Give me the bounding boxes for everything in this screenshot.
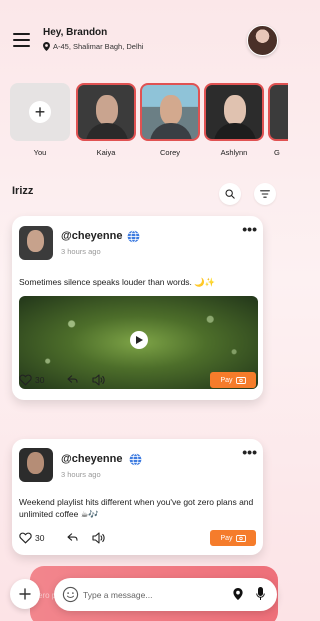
post-time: 3 hours ago [61, 247, 101, 256]
reply-icon[interactable] [67, 533, 78, 542]
location-pin-icon[interactable] [233, 588, 243, 600]
story-item[interactable]: Corey [140, 83, 200, 157]
money-icon [235, 376, 246, 384]
create-post-button[interactable] [10, 579, 40, 609]
filter-icon [260, 190, 270, 198]
app-header: Hey, Brandon A-45, Shalimar Bagh, Delhi [0, 22, 288, 62]
reply-icon[interactable] [67, 375, 78, 384]
pay-label: Pay [220, 534, 233, 542]
more-icon[interactable]: ••• [242, 445, 257, 459]
emoji-icon[interactable] [62, 586, 79, 603]
story-thumbnail[interactable] [76, 83, 136, 141]
post-avatar[interactable] [19, 448, 53, 482]
story-thumbnail[interactable] [204, 83, 264, 141]
story-name: Corey [159, 148, 180, 157]
greeting-text: Hey, Brandon [43, 27, 108, 38]
location-pin-icon [43, 42, 50, 51]
search-icon [225, 189, 235, 199]
play-button[interactable] [130, 331, 148, 349]
volume-icon[interactable] [92, 374, 106, 386]
message-composer [54, 578, 277, 611]
heart-icon[interactable] [19, 532, 32, 544]
post-handle[interactable]: @cheyenne [61, 453, 122, 465]
story-add[interactable]: + You [10, 83, 70, 157]
story-item[interactable]: G [268, 83, 288, 157]
post-handle[interactable]: @cheyenne [61, 230, 122, 242]
story-name: G [274, 148, 280, 157]
post-actions: 30 Pay [19, 372, 256, 388]
pay-button[interactable]: Pay [210, 372, 256, 388]
money-icon [235, 534, 246, 542]
post-avatar[interactable] [19, 226, 53, 260]
post-card[interactable]: @cheyenne 3 hours ago ••• Weekend playli… [12, 439, 263, 555]
menu-icon[interactable] [13, 33, 30, 47]
message-input[interactable] [83, 586, 223, 603]
story-item[interactable]: Ashlynn [204, 83, 264, 157]
address-text: A-45, Shalimar Bagh, Delhi [53, 42, 144, 51]
add-story-tile[interactable]: + [10, 83, 70, 141]
play-icon [135, 336, 143, 344]
filter-button[interactable] [254, 183, 276, 205]
story-thumbnail[interactable] [268, 83, 288, 141]
post-text: Weekend playlist hits different when you… [19, 497, 254, 519]
like-count: 30 [35, 375, 45, 385]
story-name: Ashlynn [220, 148, 248, 157]
feed-title: Irizz [12, 185, 34, 197]
story-name: You [33, 148, 47, 157]
profile-avatar[interactable] [247, 25, 278, 56]
post-card[interactable]: @cheyenne 3 hours ago ••• Sometimes sile… [12, 216, 263, 400]
globe-icon [127, 230, 140, 243]
mic-icon[interactable] [256, 587, 265, 601]
like-count: 30 [35, 533, 45, 543]
post-time: 3 hours ago [61, 470, 101, 479]
story-item[interactable]: Kaiya [76, 83, 136, 157]
post-actions: 30 Pay [19, 530, 256, 546]
plus-icon: + [29, 101, 51, 123]
more-icon[interactable]: ••• [242, 222, 257, 236]
search-button[interactable] [219, 183, 241, 205]
story-name: Kaiya [96, 148, 116, 157]
location-row[interactable]: A-45, Shalimar Bagh, Delhi [43, 42, 143, 51]
plus-icon [19, 588, 31, 600]
post-text: Sometimes silence speaks louder than wor… [19, 277, 216, 287]
stories-row: + You Kaiya Corey Ashlynn G [10, 83, 288, 163]
volume-icon[interactable] [92, 532, 106, 544]
pay-label: Pay [220, 376, 233, 384]
heart-icon[interactable] [19, 374, 32, 386]
globe-icon [129, 453, 142, 466]
story-thumbnail[interactable] [140, 83, 200, 141]
pay-button[interactable]: Pay [210, 530, 256, 546]
